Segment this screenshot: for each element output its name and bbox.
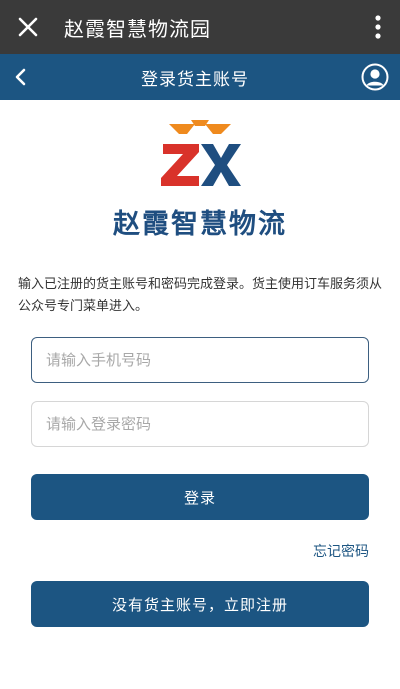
- chevron-left-icon[interactable]: [0, 54, 40, 100]
- login-button-label: 登录: [183, 488, 216, 507]
- user-circle-icon[interactable]: [350, 54, 400, 100]
- password-input[interactable]: [31, 401, 369, 447]
- intro-text: 输入已注册的货主账号和密码完成登录。货主使用订车服务须从公众号专门菜单进入。: [18, 277, 383, 314]
- register-button[interactable]: 没有货主账号，立即注册: [31, 581, 369, 627]
- login-button[interactable]: 登录: [31, 474, 369, 520]
- register-button-label: 没有货主账号，立即注册: [111, 595, 288, 614]
- page-title: 登录货主账号: [141, 69, 249, 90]
- nav-bar: 登录货主账号: [0, 54, 400, 100]
- brand-logo: 赵霞智慧物流: [0, 118, 400, 248]
- more-vertical-icon[interactable]: [356, 0, 400, 54]
- wechat-title-bar: 赵霞智慧物流园: [0, 0, 400, 54]
- logo-text: 赵霞智慧物流: [113, 209, 287, 240]
- wechat-page-title: 赵霞智慧物流园: [64, 16, 211, 41]
- logo-mark-icon: [161, 120, 241, 186]
- phone-input[interactable]: [31, 337, 369, 383]
- forgot-password-link[interactable]: 忘记密码: [313, 541, 369, 561]
- close-icon[interactable]: [0, 0, 56, 54]
